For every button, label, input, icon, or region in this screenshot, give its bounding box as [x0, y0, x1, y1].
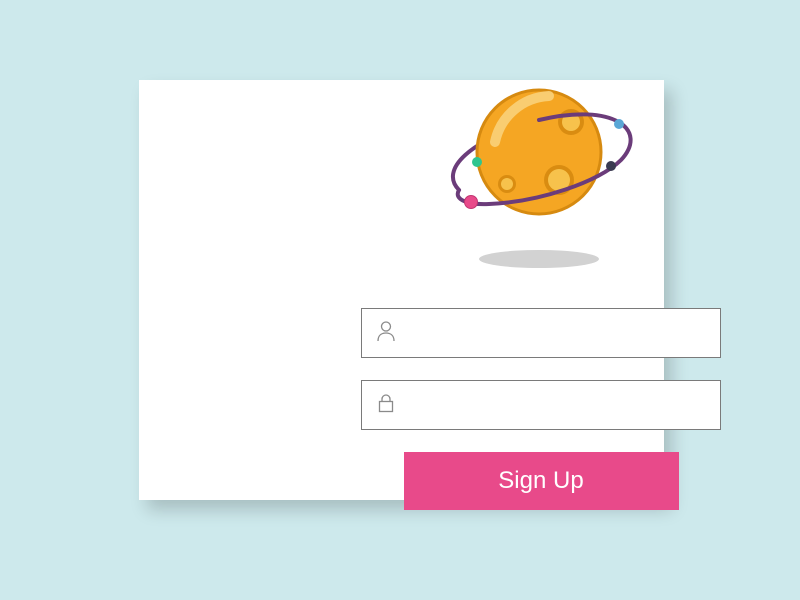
signup-card: Sign Up	[139, 80, 664, 500]
signup-button[interactable]: Sign Up	[404, 452, 679, 510]
password-field[interactable]	[361, 380, 721, 430]
planet-shadow	[479, 250, 599, 268]
planet-icon	[429, 72, 649, 272]
username-field[interactable]	[361, 308, 721, 358]
password-input[interactable]	[396, 381, 720, 429]
username-input[interactable]	[396, 309, 720, 357]
user-icon	[376, 320, 396, 347]
lock-icon	[376, 392, 396, 419]
signup-form: Sign Up	[361, 308, 721, 510]
